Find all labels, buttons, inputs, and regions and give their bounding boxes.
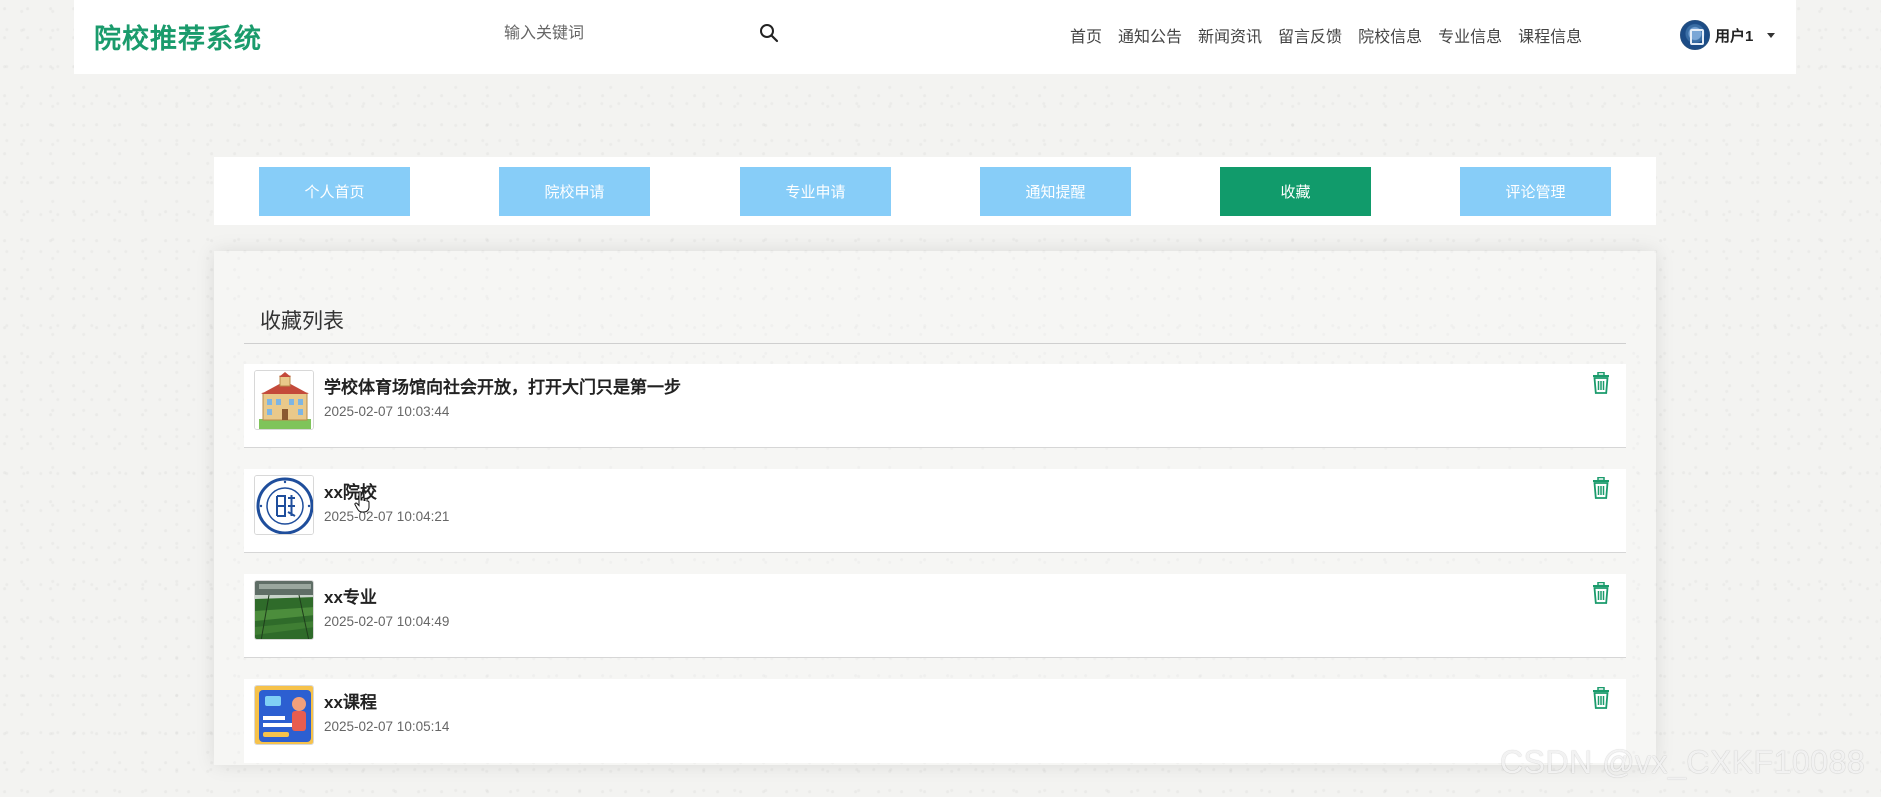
- item-time: 2025-02-07 10:03:44: [324, 404, 450, 419]
- course-poster-image: [254, 685, 314, 745]
- favorites-panel: 收藏列表 学校体育场馆向社会开放，打开大门只是第一步 2025-02-07 10…: [214, 251, 1656, 765]
- list-item[interactable]: xx课程 2025-02-07 10:05:14: [244, 679, 1626, 763]
- main-nav: 首页 通知公告 新闻资讯 留言反馈 院校信息 专业信息 课程信息: [1070, 23, 1598, 47]
- hand-cursor-icon: [354, 491, 370, 513]
- site-logo[interactable]: 院校推荐系统: [94, 17, 262, 56]
- university-seal-image: [254, 475, 314, 535]
- list-item[interactable]: xx院校 2025-02-07 10:04:21: [244, 469, 1626, 553]
- avatar: [1680, 20, 1710, 50]
- greenhouse-image: [254, 580, 314, 640]
- search-icon[interactable]: [758, 22, 780, 44]
- user-menu[interactable]: 用户1: [1680, 19, 1776, 51]
- item-title[interactable]: xx专业: [324, 583, 377, 608]
- school-building-image: [254, 370, 314, 430]
- trash-icon[interactable]: [1591, 476, 1611, 499]
- item-time: 2025-02-07 10:04:21: [324, 509, 450, 524]
- nav-feedback[interactable]: 留言反馈: [1278, 23, 1342, 47]
- search-box: [494, 14, 872, 54]
- nav-majors[interactable]: 专业信息: [1438, 23, 1502, 47]
- chevron-down-icon: [1767, 32, 1776, 38]
- item-title[interactable]: 学校体育场馆向社会开放，打开大门只是第一步: [324, 373, 681, 398]
- tab-comment-management[interactable]: 评论管理: [1460, 167, 1611, 216]
- item-title[interactable]: xx课程: [324, 688, 377, 713]
- list-item[interactable]: 学校体育场馆向社会开放，打开大门只是第一步 2025-02-07 10:03:4…: [244, 364, 1626, 448]
- trash-icon[interactable]: [1591, 581, 1611, 604]
- nav-news[interactable]: 新闻资讯: [1198, 23, 1262, 47]
- username: 用户1: [1715, 27, 1754, 45]
- nav-colleges[interactable]: 院校信息: [1358, 23, 1422, 47]
- trash-icon[interactable]: [1591, 686, 1611, 709]
- watermark: CSDN @vx_CXKF10088: [1500, 744, 1866, 780]
- tab-favorites[interactable]: 收藏: [1220, 167, 1371, 216]
- item-time: 2025-02-07 10:05:14: [324, 719, 450, 734]
- top-bar: 院校推荐系统 首页 通知公告 新闻资讯 留言反馈 院校信息 专业信息 课程信息 …: [74, 0, 1796, 74]
- tab-profile-home[interactable]: 个人首页: [259, 167, 410, 216]
- nav-home[interactable]: 首页: [1070, 23, 1102, 47]
- list-item[interactable]: xx专业 2025-02-07 10:04:49: [244, 574, 1626, 658]
- tab-major-application[interactable]: 专业申请: [740, 167, 891, 216]
- center-tabs: 个人首页 院校申请 专业申请 通知提醒 收藏 评论管理: [214, 157, 1656, 225]
- tab-notifications[interactable]: 通知提醒: [980, 167, 1131, 216]
- favorites-title: 收藏列表: [260, 310, 344, 333]
- nav-courses[interactable]: 课程信息: [1518, 23, 1582, 47]
- nav-notices[interactable]: 通知公告: [1118, 23, 1182, 47]
- item-time: 2025-02-07 10:04:49: [324, 614, 450, 629]
- tab-college-application[interactable]: 院校申请: [499, 167, 650, 216]
- divider: [244, 343, 1626, 344]
- trash-icon[interactable]: [1591, 371, 1611, 394]
